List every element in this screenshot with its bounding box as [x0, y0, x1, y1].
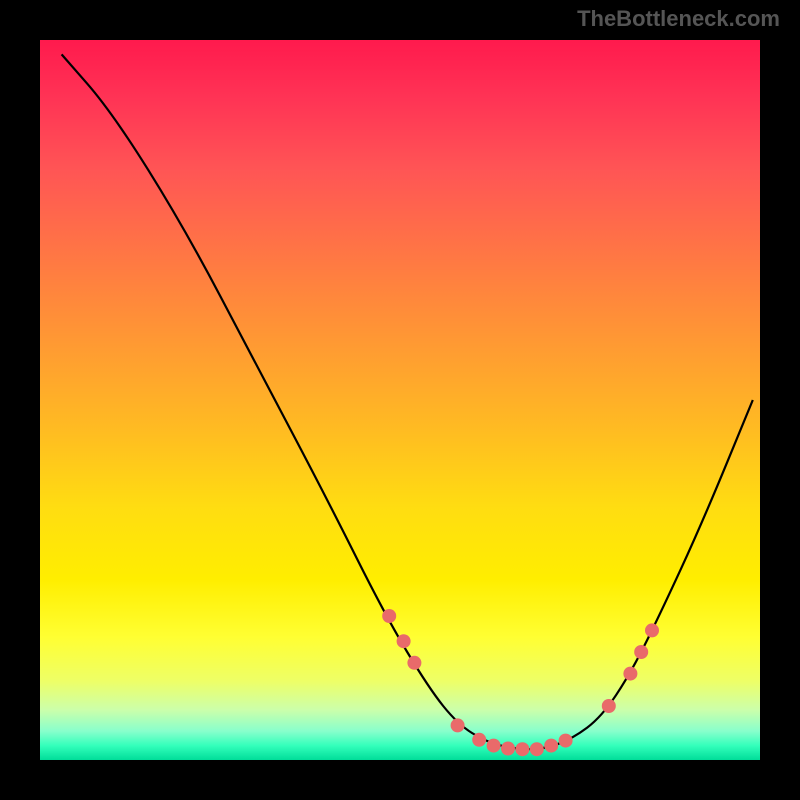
curve-marker	[501, 742, 515, 756]
bottleneck-curve	[40, 40, 760, 760]
curve-marker	[515, 742, 529, 756]
curve-marker	[530, 742, 544, 756]
curve-marker	[634, 645, 648, 659]
curve-marker	[407, 656, 421, 670]
curve-marker	[451, 718, 465, 732]
curve-marker	[645, 623, 659, 637]
curve-marker	[559, 734, 573, 748]
curve-marker	[544, 739, 558, 753]
chart-plot-area	[40, 40, 760, 760]
curve-marker	[397, 634, 411, 648]
curve-marker	[382, 609, 396, 623]
curve-marker	[602, 699, 616, 713]
attribution-text: TheBottleneck.com	[577, 6, 780, 32]
curve-markers	[382, 609, 659, 756]
curve-marker	[623, 667, 637, 681]
curve-marker	[487, 739, 501, 753]
curve-marker	[472, 733, 486, 747]
